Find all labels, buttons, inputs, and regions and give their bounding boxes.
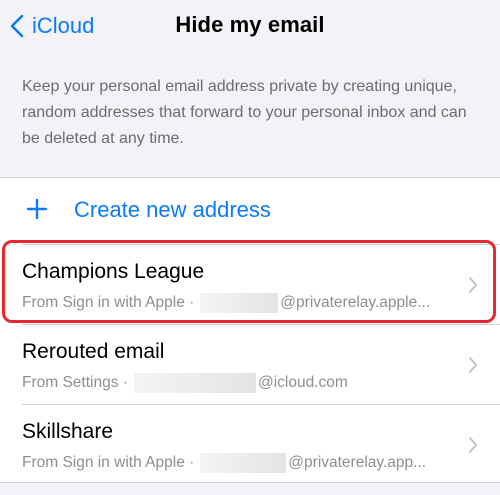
address-domain: @icloud.com xyxy=(257,374,348,391)
page-title: Hide my email xyxy=(175,12,325,37)
address-row-rerouted-email[interactable]: Rerouted email From Settings · @icloud.c… xyxy=(0,324,500,404)
chevron-right-icon xyxy=(469,277,477,293)
address-details: From Settings · @icloud.com xyxy=(22,373,348,393)
address-source: From Sign in with Apple · xyxy=(22,454,195,471)
redacted-address xyxy=(200,453,287,473)
address-list: Create new address Champions League From… xyxy=(0,177,500,483)
redacted-address xyxy=(200,293,279,313)
address-label: Champions League xyxy=(22,260,205,283)
description-text: Keep your personal email address private… xyxy=(22,78,467,147)
address-details: From Sign in with Apple · @privaterelay.… xyxy=(22,293,430,313)
plus-icon xyxy=(26,198,48,220)
redacted-address xyxy=(133,373,256,393)
address-row-skillshare[interactable]: Skillshare From Sign in with Apple · @pr… xyxy=(0,404,500,484)
address-source: From Settings · xyxy=(22,374,128,391)
address-details: From Sign in with Apple · @privaterelay.… xyxy=(22,453,426,473)
address-domain: @privaterelay.apple... xyxy=(280,294,431,311)
address-label: Rerouted email xyxy=(22,340,165,363)
navigation-bar: iCloud Hide my email xyxy=(0,0,500,52)
address-domain: @privaterelay.app... xyxy=(288,454,427,471)
address-label: Skillshare xyxy=(22,420,114,443)
address-source: From Sign in with Apple · xyxy=(22,294,195,311)
create-new-address-label: Create new address xyxy=(74,197,271,222)
address-row-champions-league[interactable]: Champions League From Sign in with Apple… xyxy=(0,244,500,324)
create-new-address-button[interactable]: Create new address xyxy=(0,178,500,244)
chevron-right-icon xyxy=(469,357,477,373)
chevron-right-icon xyxy=(469,437,477,453)
